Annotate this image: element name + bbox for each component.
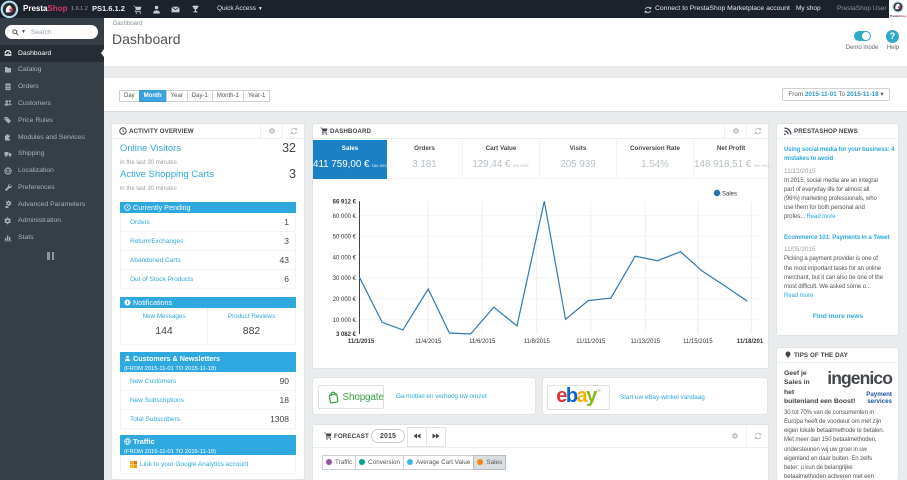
svg-text:11/6/2015: 11/6/2015 [469, 339, 496, 345]
svg-text:30 000 €: 30 000 € [333, 276, 357, 282]
svg-text:10 000 €: 10 000 € [333, 318, 357, 324]
svg-text:11/4/2015: 11/4/2015 [415, 339, 442, 345]
svg-text:11/18/201: 11/18/201 [737, 339, 764, 345]
svg-text:11/11/2015: 11/11/2015 [576, 339, 606, 345]
svg-text:20 000 €: 20 000 € [333, 297, 357, 303]
svg-text:66 912 €: 66 912 € [333, 199, 357, 205]
svg-text:50 000 €: 50 000 € [333, 235, 357, 241]
svg-text:11/15/2015: 11/15/2015 [683, 339, 713, 345]
svg-text:40 000 €: 40 000 € [333, 255, 357, 261]
svg-text:11/13/2015: 11/13/2015 [631, 339, 661, 345]
svg-text:3 082 €: 3 082 € [336, 332, 357, 338]
svg-text:11/1/2015: 11/1/2015 [348, 339, 375, 345]
svg-text:60 000 €: 60 000 € [333, 214, 357, 220]
svg-text:Sales: Sales [722, 192, 737, 198]
svg-text:11/8/2015: 11/8/2015 [524, 339, 551, 345]
